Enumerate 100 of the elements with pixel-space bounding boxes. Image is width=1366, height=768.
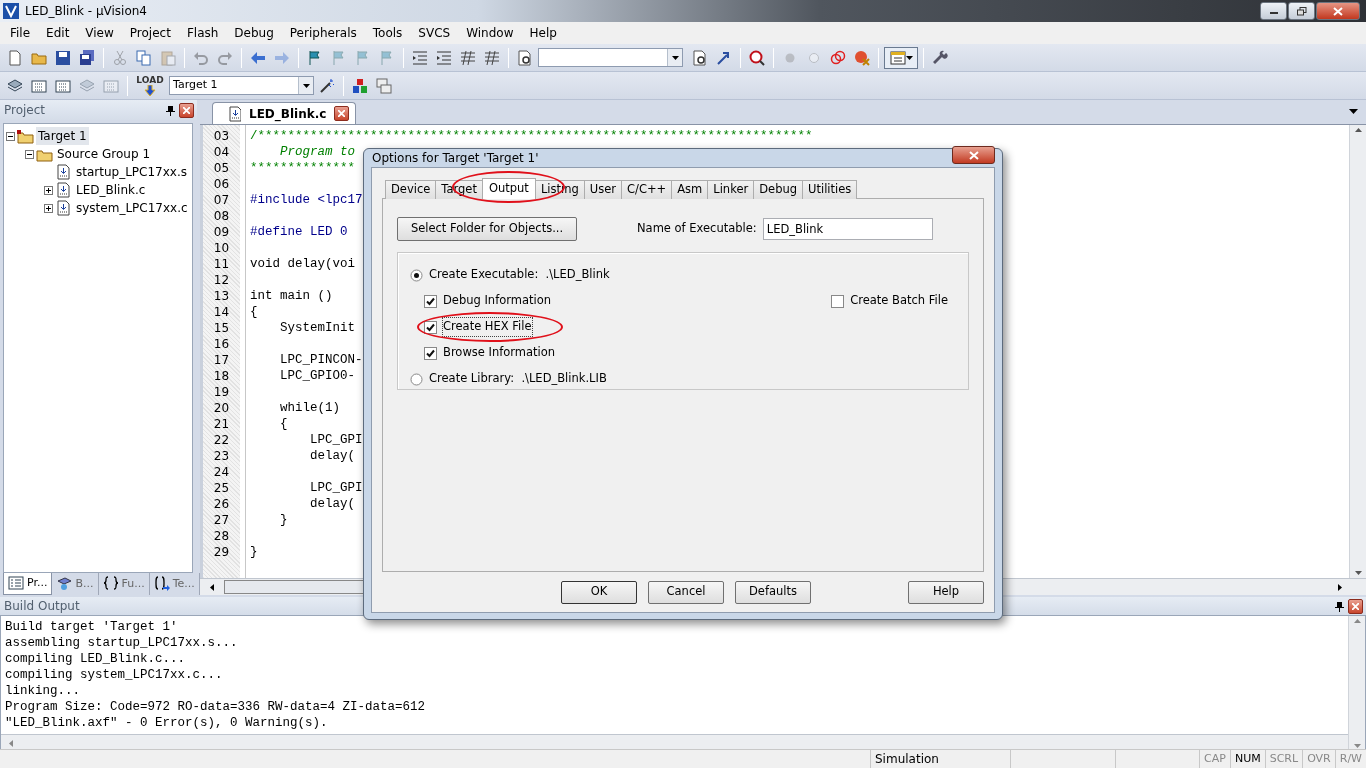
tree-toggle-icon[interactable] [44, 203, 53, 213]
pane-close-button[interactable] [1348, 598, 1363, 614]
checkbox[interactable] [831, 294, 845, 308]
option-label[interactable]: Create Library: .\LED_Blink.LIB [429, 370, 607, 388]
dialog-tab[interactable]: Debug [753, 180, 804, 199]
status-mode: Simulation [875, 751, 939, 768]
indent-icon[interactable] [436, 49, 452, 66]
tree-item[interactable]: Source Group 1 [55, 145, 152, 163]
app-logo-icon [3, 3, 19, 19]
dialog-tab[interactable]: Device [385, 180, 437, 199]
menu-item[interactable]: Project [121, 24, 179, 42]
option-label[interactable]: Browse Information [443, 344, 556, 362]
comment-lines-icon[interactable] [484, 49, 500, 66]
arrows-icon[interactable] [716, 49, 732, 66]
tab-menu-icon[interactable] [1349, 109, 1358, 115]
circle-cross-icon[interactable] [854, 49, 870, 66]
dialog-tab[interactable]: User [583, 180, 622, 199]
line-number: 07 [212, 192, 231, 208]
option-label[interactable]: Debug Information [443, 292, 552, 310]
search-dropdown[interactable] [538, 48, 683, 67]
windows-icon[interactable] [376, 77, 392, 94]
floppy-disks-icon[interactable] [79, 49, 95, 66]
status-indicator: CAP [1204, 750, 1226, 767]
minimize-button[interactable] [1260, 2, 1287, 20]
tree-toggle-icon[interactable] [25, 149, 34, 159]
wrench-icon[interactable] [932, 49, 948, 66]
file-icon [55, 200, 72, 216]
tree-toggle-icon[interactable] [6, 131, 15, 141]
close-icon [1333, 6, 1343, 16]
dialog-button[interactable]: Cancel [648, 580, 724, 604]
menu-item[interactable]: Debug [226, 24, 282, 42]
radio-button[interactable] [410, 372, 423, 386]
menu-item[interactable]: Peripherals [281, 24, 365, 42]
menu-item[interactable]: Flash [178, 24, 227, 42]
target-dropdown[interactable]: Target 1 [169, 76, 314, 95]
menu-item[interactable]: Edit [38, 24, 78, 42]
grid-icon[interactable] [55, 77, 71, 94]
stack-icon[interactable] [7, 77, 23, 94]
restore-button[interactable] [1288, 2, 1315, 20]
vertical-scrollbar[interactable] [1348, 616, 1365, 751]
load-button[interactable]: LOAD [133, 72, 167, 99]
magic-wand-icon[interactable] [319, 77, 335, 94]
dialog-tab[interactable]: Utilities [802, 180, 858, 199]
grid-icon[interactable] [31, 77, 47, 94]
line-number: 08 [212, 208, 231, 224]
dialog-tab[interactable]: C/C++ [621, 180, 673, 199]
menu-item[interactable]: Window [458, 24, 522, 42]
tree-toggle-icon[interactable] [44, 185, 53, 195]
books-icon [56, 576, 73, 592]
window-icon[interactable] [889, 49, 906, 66]
executable-name-field[interactable]: LED_Blink [762, 218, 933, 240]
menu-item[interactable]: View [77, 24, 122, 42]
tree-item[interactable]: LED_Blink.c [74, 181, 148, 199]
ok-button[interactable]: OK [561, 580, 637, 604]
checkbox[interactable] [424, 294, 437, 308]
dialog-button[interactable]: Defaults [735, 580, 811, 604]
dialog-tab[interactable]: Linker [707, 180, 755, 199]
search-document-icon[interactable] [692, 49, 708, 66]
tab-close-button[interactable] [334, 106, 350, 121]
search-document-icon[interactable] [517, 49, 533, 66]
tree-item[interactable]: system_LPC17xx.c [74, 199, 190, 217]
option-label[interactable]: Create HEX File [443, 318, 532, 336]
restore-icon [1296, 6, 1307, 16]
close-button[interactable] [1316, 2, 1360, 20]
menu-item[interactable]: Help [521, 24, 565, 42]
radio-button[interactable] [410, 268, 423, 282]
copy-icon[interactable] [136, 49, 152, 66]
circles-icon[interactable] [830, 49, 846, 66]
line-number: 05 [212, 160, 231, 176]
option-label[interactable]: Create Batch File [850, 292, 948, 310]
indent-icon[interactable] [412, 49, 428, 66]
comment-lines-icon[interactable] [460, 49, 476, 66]
blocks-icon[interactable] [352, 77, 368, 94]
help-button[interactable]: Help [908, 580, 984, 604]
select-folder-button[interactable]: Select Folder for Objects... [397, 217, 577, 241]
menu-item[interactable]: Tools [364, 24, 411, 42]
target-name: Target 1 [173, 77, 218, 94]
checkbox[interactable] [424, 320, 437, 334]
menu-item[interactable]: File [2, 24, 39, 42]
line-number: 16 [212, 336, 231, 352]
page-icon[interactable] [7, 49, 23, 66]
output-line: "LED_Blink.axf" - 0 Error(s), 0 Warning(s). [5, 715, 329, 731]
pane-close-button[interactable] [179, 102, 194, 118]
checkbox[interactable] [424, 346, 437, 360]
option-label[interactable]: Create Executable: .\LED_Blink [429, 266, 610, 284]
line-number: 25 [212, 480, 231, 496]
debug-icon[interactable] [749, 49, 765, 66]
dialog-tab[interactable]: Asm [671, 180, 709, 199]
dialog-tab[interactable]: Output [481, 178, 536, 199]
menu-item[interactable]: SVCS [410, 24, 459, 42]
file-tab[interactable]: LED_Blink.c [212, 102, 357, 124]
vertical-scrollbar[interactable] [1349, 125, 1366, 578]
line-number: 14 [212, 304, 231, 320]
line-number: 27 [212, 512, 231, 528]
tree-item[interactable]: startup_LPC17xx.s [74, 163, 189, 181]
pane-tab[interactable]: Pr... [3, 573, 53, 595]
close-button[interactable] [952, 146, 995, 164]
line-number: 29 [212, 544, 231, 560]
flag-icon[interactable] [307, 49, 323, 66]
tree-item[interactable]: Target 1 [36, 127, 89, 145]
